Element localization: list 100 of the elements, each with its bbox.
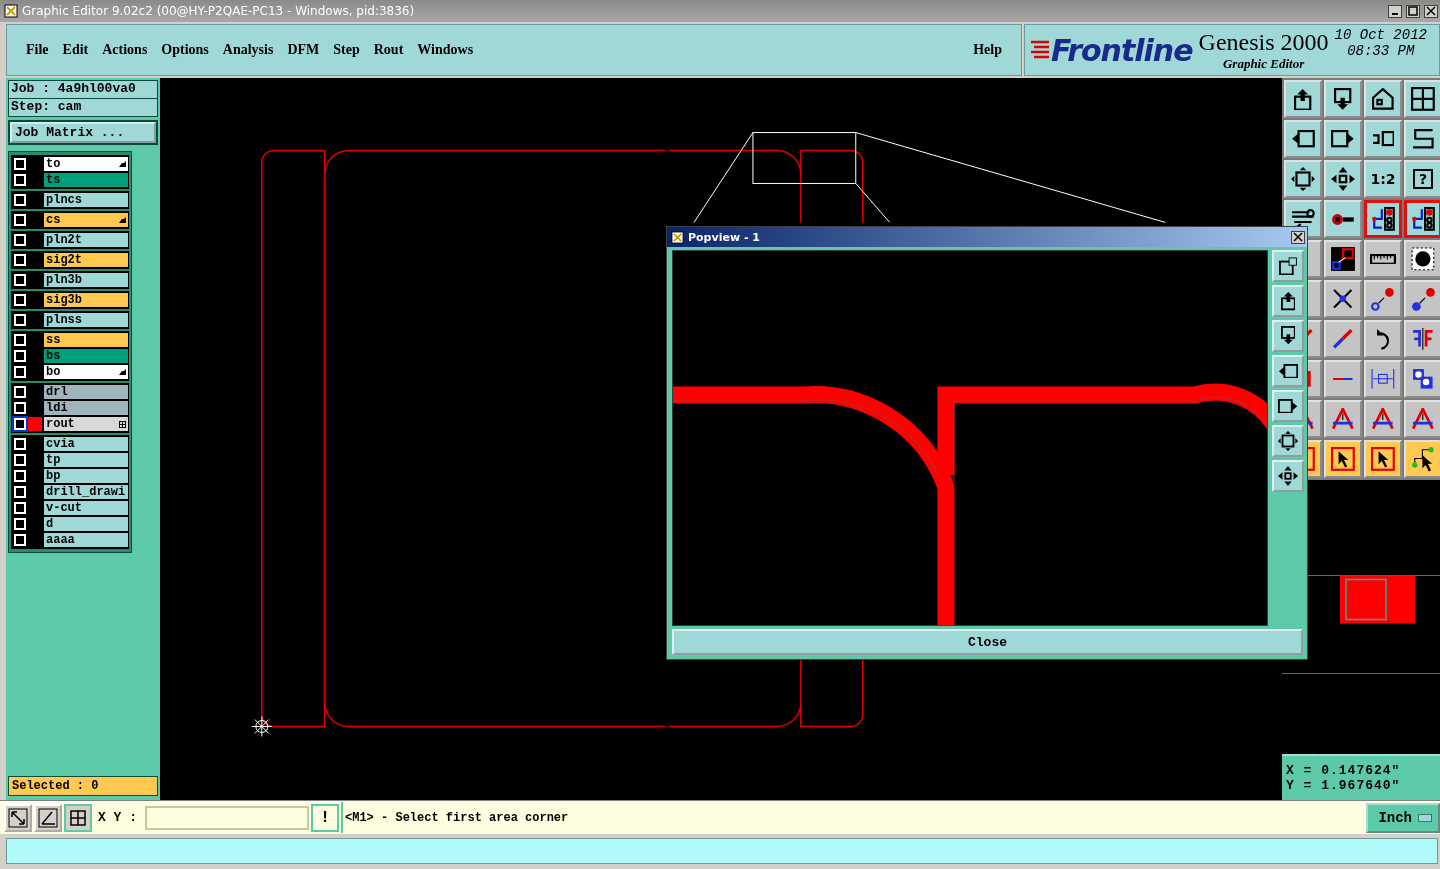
layer-item[interactable]: tp <box>44 453 128 467</box>
logo: Frontline <box>1051 32 1193 68</box>
view-tool-button[interactable] <box>1272 460 1304 492</box>
units-dropdown[interactable]: Inch <box>1366 802 1440 833</box>
layer-checkbox[interactable] <box>14 334 26 346</box>
layer-item[interactable]: cvia <box>44 437 128 451</box>
menu-item[interactable]: Help <box>966 40 1009 60</box>
product-name: Genesis 2000 <box>1198 28 1329 56</box>
layer-checkbox[interactable] <box>14 274 26 286</box>
maximize-button[interactable] <box>1406 4 1420 18</box>
layer-checkbox[interactable] <box>14 402 26 414</box>
grid-tool-button[interactable] <box>64 803 92 832</box>
date: 10 Oct 2012 <box>1334 27 1427 43</box>
close-button[interactable] <box>1291 230 1305 244</box>
angle-tool-button[interactable] <box>34 803 62 832</box>
layer-checkbox[interactable] <box>14 518 26 530</box>
layer-item[interactable]: ss <box>44 333 128 347</box>
close-button[interactable]: Close <box>672 629 1303 655</box>
menu-item[interactable]: Rout <box>366 40 411 60</box>
grid-icon <box>68 807 88 828</box>
layer-checkbox[interactable] <box>14 194 26 206</box>
layer-item[interactable]: d <box>44 517 128 531</box>
mirror-icon <box>1412 327 1434 351</box>
maximize-icon <box>1408 6 1418 16</box>
layer-checkbox[interactable] <box>14 386 26 398</box>
menu-item[interactable]: Options <box>154 40 216 60</box>
layer-checkbox[interactable] <box>14 174 26 186</box>
view-tool-button[interactable] <box>1272 320 1304 352</box>
pan-icon <box>1330 166 1356 192</box>
layer-item[interactable]: bo <box>44 365 128 379</box>
layer-checkbox[interactable] <box>14 418 26 430</box>
layer-item[interactable]: ldi <box>44 401 128 415</box>
layer-checkbox[interactable] <box>14 502 26 514</box>
layer-checkbox[interactable] <box>14 214 26 226</box>
view-tool-button[interactable] <box>1272 250 1304 282</box>
layer-checkbox[interactable] <box>14 534 26 546</box>
layer-item[interactable]: v-cut <box>44 501 128 515</box>
job-matrix-button[interactable]: Job Matrix ... <box>10 122 156 143</box>
pad-icon <box>1411 247 1435 271</box>
zoom-window-icon <box>1278 256 1298 276</box>
view-tool-button[interactable] <box>1272 425 1304 457</box>
layer-item[interactable]: cs <box>44 213 128 227</box>
tool-button[interactable]: 1:2 <box>1364 160 1402 198</box>
angle-icon <box>38 807 58 828</box>
circuit-icon <box>1411 207 1435 231</box>
xy-label: X Y : <box>97 810 138 825</box>
layer-checkbox[interactable] <box>14 234 26 246</box>
layer-item[interactable]: to <box>44 157 128 171</box>
layer-item[interactable]: ts <box>44 173 128 187</box>
diagonal-arrow-icon <box>8 807 28 828</box>
layer-item[interactable]: drl <box>44 385 128 399</box>
menu-item[interactable]: Actions <box>95 40 155 60</box>
pan-icon <box>1277 465 1299 487</box>
layer-item[interactable]: rout <box>44 417 128 431</box>
layer-checkbox[interactable] <box>14 294 26 306</box>
layer-checkbox[interactable] <box>14 254 26 266</box>
hand-icon <box>118 216 126 224</box>
close-button[interactable] <box>1424 4 1438 18</box>
layer-item[interactable]: pln2t <box>44 233 128 247</box>
layer-item[interactable]: sig3b <box>44 293 128 307</box>
menu-item[interactable]: Step <box>326 40 367 60</box>
layer-item[interactable]: sig2t <box>44 253 128 267</box>
circles-icon <box>1412 368 1434 390</box>
tool-button[interactable] <box>1404 200 1440 238</box>
menu-item[interactable]: Edit <box>55 40 96 60</box>
layer-item[interactable]: pln3b <box>44 273 128 287</box>
tool-button[interactable] <box>1364 200 1402 238</box>
view-tool-button[interactable] <box>1272 285 1304 317</box>
layer-item[interactable]: bs <box>44 349 128 363</box>
upload-icon <box>1280 291 1296 311</box>
minimize-button[interactable] <box>1388 4 1402 18</box>
xy-input-field[interactable] <box>145 805 309 830</box>
layer-checkbox[interactable] <box>14 366 26 378</box>
layer-checkbox[interactable] <box>14 314 26 326</box>
layer-checkbox[interactable] <box>14 454 26 466</box>
layer-checkbox[interactable] <box>14 158 26 170</box>
layer-checkbox[interactable] <box>14 438 26 450</box>
layer-checkbox[interactable] <box>14 486 26 498</box>
close-icon <box>1426 6 1436 16</box>
alert-button[interactable]: ! <box>311 803 339 832</box>
layer-item[interactable]: bp <box>44 469 128 483</box>
layer-checkbox[interactable] <box>14 470 26 482</box>
menu-item[interactable]: DFM <box>280 40 327 60</box>
line-icon <box>1333 329 1353 349</box>
menu-item[interactable]: Windows <box>410 40 481 60</box>
tool-button[interactable]: ? <box>1404 160 1440 198</box>
route-select-icon <box>1411 445 1435 473</box>
menu-item[interactable]: File <box>19 40 56 60</box>
layer-item[interactable]: plncs <box>44 193 128 207</box>
layer-item[interactable]: drill_drawi <box>44 485 128 499</box>
layer-item[interactable]: aaaa <box>44 533 128 547</box>
layer-item[interactable]: plnss <box>44 313 128 327</box>
window-grid-icon <box>1411 87 1435 111</box>
layer-checkbox[interactable] <box>14 350 26 362</box>
diagonal-tool-button[interactable] <box>4 803 32 832</box>
view-tool-button[interactable] <box>1272 355 1304 387</box>
view-tool-button[interactable] <box>1272 390 1304 422</box>
right-arrow-icon <box>1277 398 1299 414</box>
menu-item[interactable]: Analysis <box>215 40 281 60</box>
left-arrow-icon <box>1291 130 1315 148</box>
